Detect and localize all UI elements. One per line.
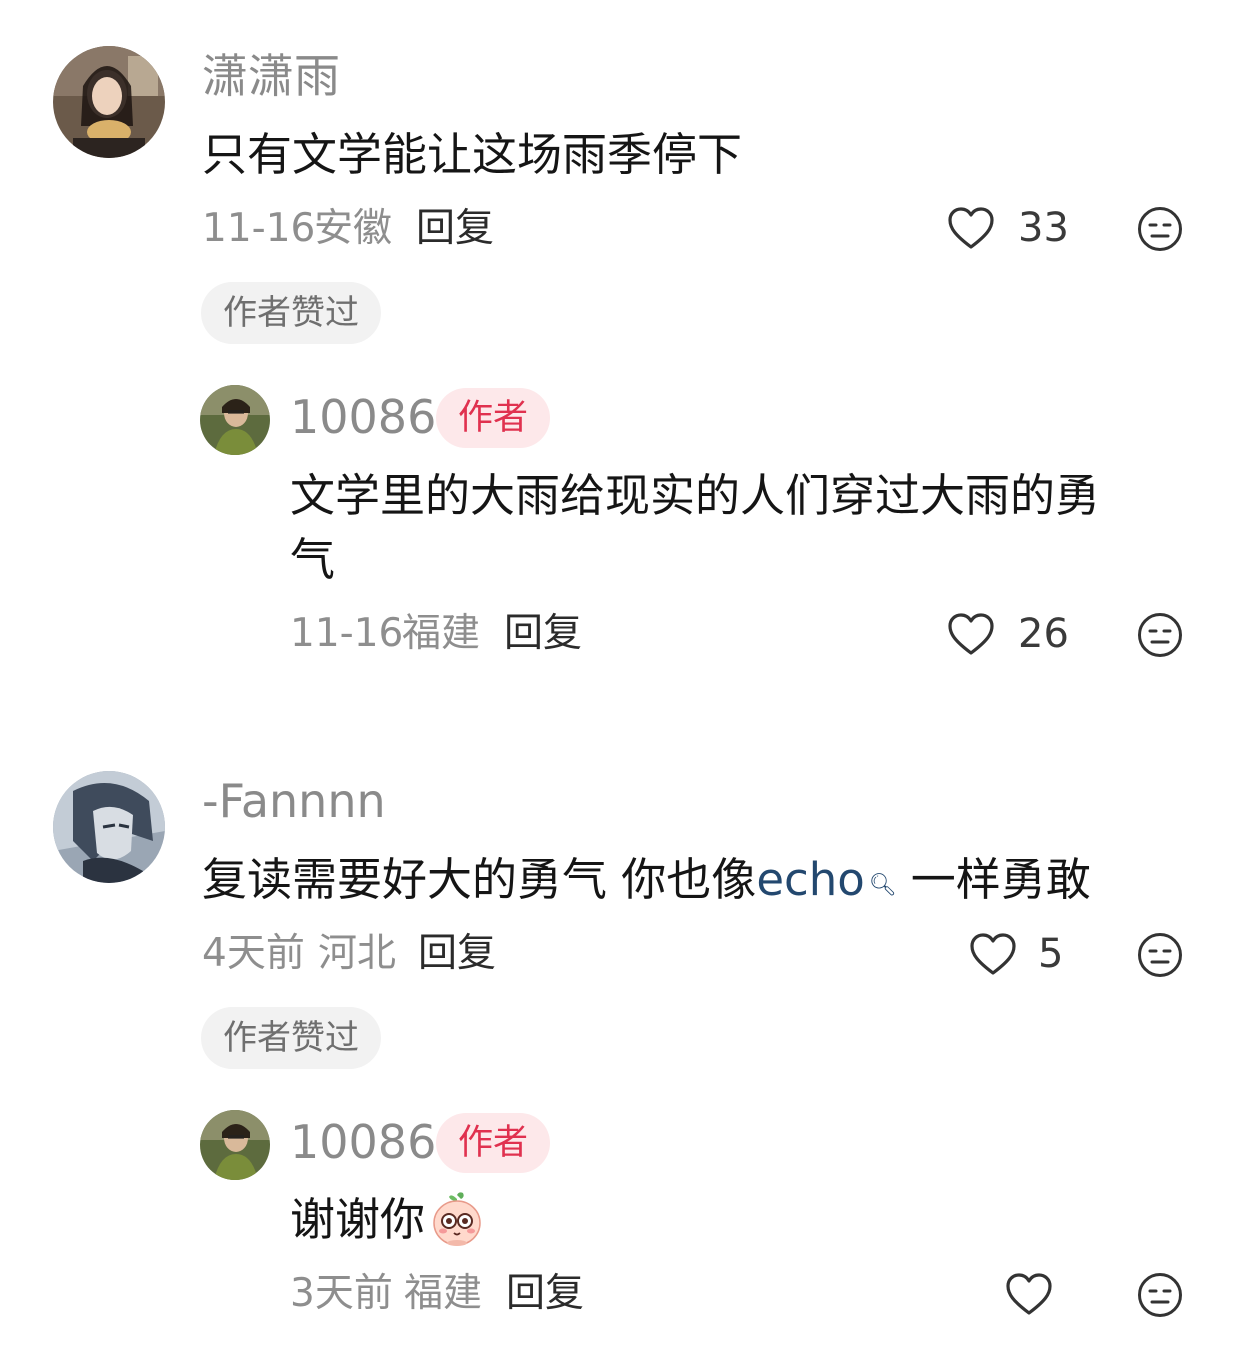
reply-button[interactable]: 回复	[504, 614, 582, 653]
comment-text[interactable]: 谢谢你	[290, 1188, 485, 1252]
comment-date: 3天前	[290, 1271, 393, 1316]
comment-location: 安徽	[314, 206, 393, 251]
heart-outline-icon[interactable]	[969, 932, 1017, 976]
reply-button[interactable]: 回复	[416, 209, 494, 248]
heart-outline-icon[interactable]	[947, 612, 995, 656]
avatar[interactable]	[53, 46, 165, 158]
comment-text[interactable]: 文学里的大雨给现实的人们穿过大雨的勇	[290, 464, 1100, 528]
dislike-face-icon[interactable]	[1137, 1272, 1183, 1318]
dislike-face-icon[interactable]	[1137, 932, 1183, 978]
reply-button[interactable]: 回复	[418, 934, 496, 973]
like-count: 33	[1018, 205, 1069, 251]
avatar[interactable]	[200, 385, 270, 455]
author-badge: 作者	[436, 388, 551, 448]
heart-outline-icon[interactable]	[1005, 1272, 1053, 1316]
comment-text[interactable]: 复读需要好大的勇气 你也像echo 🔍︎ 一样勇敢	[202, 848, 1091, 912]
dislike-face-icon[interactable]	[1137, 206, 1183, 252]
comment-date: 11-16	[290, 611, 404, 656]
dislike-face-icon[interactable]	[1137, 612, 1183, 658]
username[interactable]: 10086	[290, 1119, 436, 1165]
author-liked-chip: 作者赞过	[201, 1007, 381, 1069]
author-liked-chip: 作者赞过	[201, 282, 381, 344]
avatar[interactable]	[53, 771, 165, 883]
comment-location: 福建	[404, 1271, 483, 1316]
echo-search-link[interactable]: echo	[756, 853, 864, 906]
username[interactable]: 潇潇雨	[202, 53, 340, 99]
heart-outline-icon[interactable]	[947, 206, 995, 250]
comment-location: 河北	[318, 931, 397, 976]
comment-text-part: 谢谢你	[290, 1193, 426, 1246]
comment-date: 11-16	[202, 206, 316, 251]
comment-text-part: 复读需要好大的勇气 你也像	[202, 853, 757, 906]
username[interactable]: -Fannnn	[202, 778, 386, 824]
author-badge: 作者	[436, 1113, 551, 1173]
comment-text-part: 一样勇敢	[910, 853, 1091, 906]
avatar[interactable]	[200, 1110, 270, 1180]
comment-date: 4天前	[202, 931, 305, 976]
comment-location: 福建	[402, 611, 481, 656]
comment-text[interactable]: 只有文学能让这场雨季停下	[202, 123, 742, 187]
search-icon[interactable]: 🔍︎	[869, 854, 897, 918]
username[interactable]: 10086	[290, 394, 436, 440]
like-count: 5	[1038, 931, 1064, 977]
reply-button[interactable]: 回复	[506, 1274, 584, 1313]
like-count: 26	[1018, 611, 1069, 657]
comment-text-line-2[interactable]: 气	[290, 528, 335, 592]
emoji-sticker-icon	[429, 1191, 485, 1247]
